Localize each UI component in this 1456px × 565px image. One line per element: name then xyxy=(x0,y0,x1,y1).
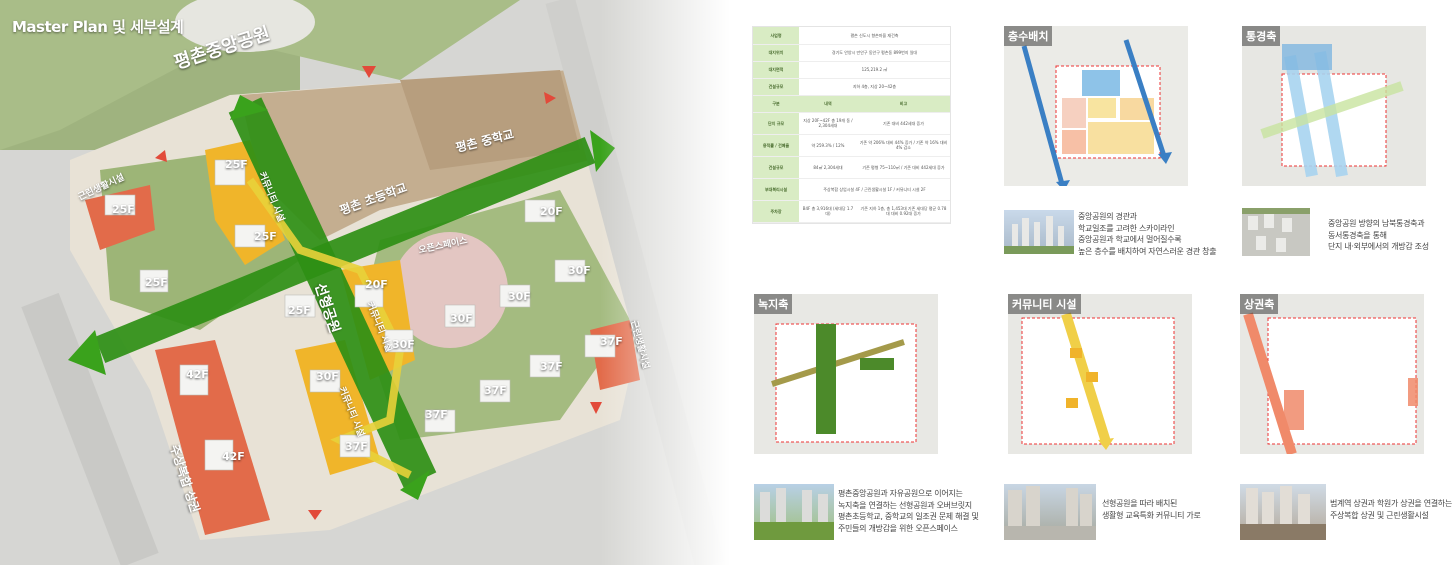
panel-height-layout: 층수배치 xyxy=(1004,26,1188,186)
aerial-photo xyxy=(1242,208,1310,256)
panel-green-axis: 녹지축 xyxy=(754,294,938,454)
detail-value: 84㎡ 2,304세대 xyxy=(799,156,857,179)
caption-line: 범계역 상권과 학원가 상권을 연결하는 xyxy=(1330,499,1452,508)
floor-label: 37F xyxy=(600,335,623,348)
table-header-cell: 비고 xyxy=(856,95,950,113)
panel-title: 층수배치 xyxy=(1004,26,1053,46)
panel-title: 상권축 xyxy=(1240,294,1279,314)
summary-label: 대지면적 xyxy=(753,61,799,79)
detail-label: 건설규모 xyxy=(753,156,799,179)
floor-label: 25F xyxy=(288,304,311,317)
caption-line: 평촌중앙공원과 자유공원으로 이어지는 xyxy=(838,489,963,498)
caption-line: 선형공원을 따라 배치된 xyxy=(1102,499,1178,508)
detail-note: 기존 평형 75~110㎡ / 기존 대비 442세대 증가 xyxy=(856,156,950,179)
floor-label: 25F xyxy=(254,230,277,243)
caption-line: 주상복합 상권 및 근린생활시설 xyxy=(1330,510,1429,520)
caption-line: 주민들의 개방감을 위한 오픈스페이스 xyxy=(838,523,958,533)
floor-label: 37F xyxy=(540,360,563,373)
floor-label: 25F xyxy=(145,276,168,289)
floor-label: 25F xyxy=(112,203,135,216)
panel-community: 커뮤니티 시설 xyxy=(1008,294,1192,454)
caption-line: 동서통경축을 통해 xyxy=(1328,230,1387,240)
caption-line: 녹지축을 연결하는 선형공원과 오버브릿지 xyxy=(838,500,972,510)
detail-value: 약 259.3% / 12% xyxy=(799,134,857,157)
floor-label: 30F xyxy=(450,312,473,325)
floor-label: 30F xyxy=(316,370,339,383)
detail-value: 주상복합 상업시설 4F / 근린생활시설 1F / 커뮤니티 시설 2F xyxy=(799,178,950,201)
floor-label: 25F xyxy=(225,158,248,171)
caption-line: 단지 내·외부에서의 개방감 조성 xyxy=(1328,242,1429,252)
master-plan-rendering: Master Plan 및 세부설계 평촌중앙공원 평촌 중학교 평촌 초등학교… xyxy=(0,0,730,565)
panel-view-corridor: 통경축 xyxy=(1242,26,1426,186)
floor-label: 42F xyxy=(186,368,209,381)
caption-commercial-axis: 범계역 상권과 학원가 상권을 연결하는 주상복합 상권 및 근린생활시설 xyxy=(1330,498,1452,521)
panel-commercial-axis: 상권축 xyxy=(1240,294,1424,454)
project-summary-table: 사업명 평촌 신도시 향촌마을 재건축 대지위치 경기도 안양시 만안구 동안구 평… xyxy=(752,26,951,224)
detail-label: 부대복리시설 xyxy=(753,178,799,201)
detail-label: 용적률 / 건폐율 xyxy=(753,134,799,157)
floor-label: 20F xyxy=(365,278,388,291)
floor-label: 30F xyxy=(568,264,591,277)
floor-label: 30F xyxy=(392,338,415,351)
caption-line: 높은 층수를 배치하여 자연스러운 경관 창출 xyxy=(1078,246,1217,256)
table-header-cell: 구분 xyxy=(753,95,799,113)
caption-line: 중앙공원과 학교에서 멀어질수록 xyxy=(1078,235,1182,245)
caption-green-axis: 평촌중앙공원과 자유공원으로 이어지는 녹지축을 연결하는 선형공원과 오버브릿… xyxy=(838,488,979,534)
panel-title: 녹지축 xyxy=(754,294,793,314)
caption-line: 학교일조를 고려한 스카이라인 xyxy=(1078,223,1175,233)
linear-park-photo xyxy=(754,484,834,540)
summary-label: 건설규모 xyxy=(753,78,799,96)
summary-value: 경기도 안양시 만안구 동안구 평촌동 899번지 일대 xyxy=(799,44,950,62)
caption-line: 평촌초등학교, 중학교의 일조권 문제 해결 및 xyxy=(838,512,979,522)
summary-label: 대지위치 xyxy=(753,44,799,62)
detail-note: 기존 대비 442세대 증가 xyxy=(856,112,950,135)
skyline-photo xyxy=(1004,210,1074,254)
floor-label: 37F xyxy=(345,440,368,453)
summary-label: 사업명 xyxy=(753,27,799,45)
commercial-street-photo xyxy=(1240,484,1326,540)
edge-fade xyxy=(600,0,730,565)
community-street-photo xyxy=(1004,484,1096,540)
floor-label: 42F xyxy=(222,450,245,463)
summary-value: 125,219.2 ㎡ xyxy=(799,61,950,79)
floor-label: 37F xyxy=(484,384,507,397)
floor-label: 20F xyxy=(540,205,563,218)
floor-label: 30F xyxy=(508,290,531,303)
detail-note: 기존 지하 1층, 총 1,453대 기존 세대당 평균 0.78대 대비 0.… xyxy=(856,200,950,223)
summary-value: 지하 4층, 지상 20~42층 xyxy=(799,78,950,96)
master-plan-title: Master Plan 및 세부설계 xyxy=(12,18,184,36)
table-header-cell: 내역 xyxy=(799,95,857,113)
floor-label: 37F xyxy=(425,408,448,421)
caption-line: 생활형 교육특화 커뮤니티 가로 xyxy=(1102,510,1201,520)
caption-line: 중앙공원 방향의 남북통경축과 xyxy=(1328,219,1425,228)
caption-line: 중앙공원의 경관과 xyxy=(1078,212,1137,221)
summary-value: 평촌 신도시 향촌마을 재건축 xyxy=(799,27,950,45)
detail-value: 지상 20F~42F 총 19개 동 / 2,304세대 xyxy=(799,112,857,135)
caption-height-layout: 중앙공원의 경관과 학교일조를 고려한 스카이라인 중앙공원과 학교에서 멀어질… xyxy=(1078,211,1217,257)
caption-community: 선형공원을 따라 배치된 생활형 교육특화 커뮤니티 가로 xyxy=(1102,498,1201,521)
caption-view-corridor: 중앙공원 방향의 남북통경축과 동서통경축을 통해 단지 내·외부에서의 개방감… xyxy=(1328,218,1429,253)
panel-title: 커뮤니티 시설 xyxy=(1008,294,1081,314)
detail-label: 주차장 xyxy=(753,200,799,223)
detail-label: 단지 규모 xyxy=(753,112,799,135)
panel-title: 통경축 xyxy=(1242,26,1281,46)
detail-value: B4F 총 3,916대 (세대당 1.7대) xyxy=(799,200,857,223)
detail-note: 기존 약 206% 대비 44% 증가 / 기존 약 16% 대비 4% 감소 xyxy=(856,134,950,157)
